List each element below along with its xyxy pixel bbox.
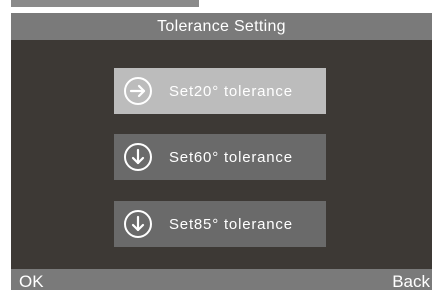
title-bar: Tolerance Setting (11, 13, 432, 40)
softkey-bar: OK Back (11, 269, 432, 292)
set-85-tolerance-button[interactable]: Set85° tolerance (114, 201, 326, 247)
set-85-tolerance-label: Set85° tolerance (169, 215, 293, 233)
screen-title: Tolerance Setting (157, 18, 286, 35)
set-60-tolerance-label: Set60° tolerance (169, 148, 293, 166)
set-60-tolerance-button[interactable]: Set60° tolerance (114, 134, 326, 180)
set-20-tolerance-label: Set20° tolerance (169, 82, 293, 100)
back-softkey[interactable]: Back (392, 272, 430, 292)
device-screen: Tolerance Setting Set20° tolerance Set60… (11, 13, 432, 292)
ok-softkey[interactable]: OK (19, 272, 44, 292)
arrow-down-circle-icon (124, 143, 152, 171)
set-20-tolerance-button[interactable]: Set20° tolerance (114, 68, 326, 114)
arrow-right-circle-icon (124, 77, 152, 105)
arrow-down-circle-icon (124, 210, 152, 238)
top-strip (11, 0, 199, 7)
